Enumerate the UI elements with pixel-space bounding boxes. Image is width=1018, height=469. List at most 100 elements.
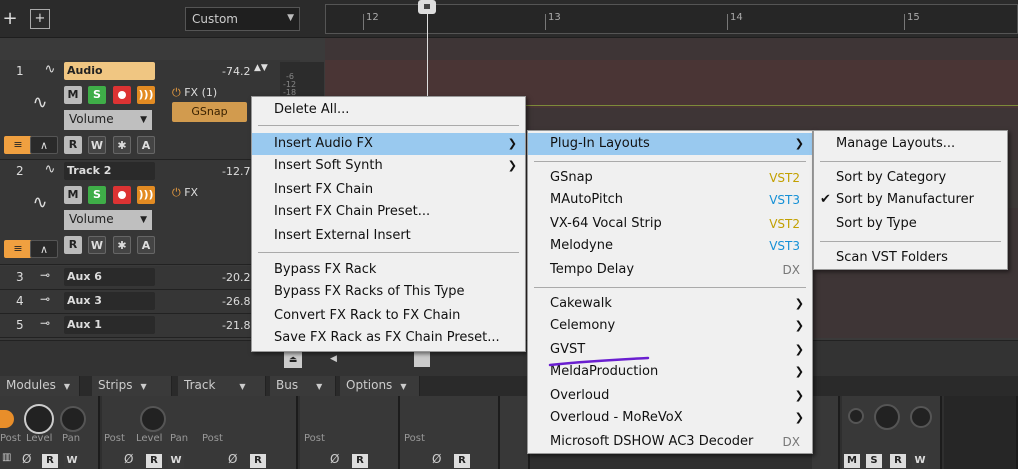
menu-item-scan-vst-folders[interactable]: Scan VST Folders	[814, 247, 1007, 269]
track-volume-value[interactable]: -26.8	[222, 295, 250, 308]
record-arm-button[interactable]	[113, 186, 131, 204]
horizontal-scrollbar-thumb[interactable]	[414, 351, 430, 367]
menu-item-plugin-layouts[interactable]: Plug-In Layouts ❯	[528, 133, 812, 155]
menu-item-melodyne[interactable]: Melodyne VST3	[528, 235, 812, 257]
scroll-left-icon[interactable]: ◀	[330, 354, 337, 364]
read-button[interactable]: R	[890, 454, 906, 468]
level-knob[interactable]	[874, 404, 900, 430]
menu-item-ms-dshow-ac3[interactable]: Microsoft DSHOW AC3 Decoder DX	[528, 431, 812, 453]
track-name[interactable]: Aux 1	[64, 316, 155, 334]
auto-button[interactable]: A	[137, 136, 155, 154]
track-name[interactable]: Aux 6	[64, 268, 155, 286]
master-strip[interactable]	[944, 396, 1018, 469]
read-button[interactable]: R	[250, 454, 266, 468]
pan-knob[interactable]	[60, 406, 86, 432]
menu-item-save-fx-rack-preset[interactable]: Save FX Rack as FX Chain Preset...	[252, 327, 525, 349]
track-name[interactable]: Track 2	[64, 162, 155, 180]
write-button[interactable]: W	[912, 454, 928, 468]
menu-item-sort-by-category[interactable]: Sort by Category	[814, 167, 1007, 189]
menu-item-mautopitch[interactable]: MAutoPitch VST3	[528, 189, 812, 211]
strip-mode-icon[interactable]: ≡	[4, 136, 32, 154]
read-button[interactable]: R	[352, 454, 368, 468]
write-automation-button[interactable]: W	[88, 136, 106, 154]
automation-dropdown[interactable]: Volume ▼	[64, 210, 152, 230]
track-volume-value[interactable]: -12.7	[222, 165, 250, 178]
tab-track[interactable]: Track ▼	[178, 376, 266, 396]
fx-rack-label[interactable]: ⏻ FX	[172, 186, 198, 200]
read-automation-button[interactable]: R	[64, 236, 82, 254]
playhead-handle[interactable]	[418, 0, 436, 14]
phase-icon[interactable]: Ø	[330, 452, 339, 466]
write-button[interactable]: W	[168, 454, 184, 468]
spin-icon[interactable]: ▲▼	[254, 63, 268, 73]
record-arm-button[interactable]	[113, 86, 131, 104]
fx-plugin-slot[interactable]: GSnap	[172, 102, 247, 122]
menu-item-convert-fx-rack[interactable]: Convert FX Rack to FX Chain	[252, 305, 525, 327]
menu-item-insert-soft-synth[interactable]: Insert Soft Synth ❯	[252, 155, 525, 177]
tab-bus[interactable]: Bus ▼	[270, 376, 336, 396]
add-folder-icon[interactable]: +	[30, 9, 50, 29]
menu-item-sort-by-type[interactable]: Sort by Type	[814, 213, 1007, 235]
menu-item-sort-by-manufacturer[interactable]: ✔ Sort by Manufacturer	[814, 189, 1007, 211]
read-button[interactable]: R	[146, 454, 162, 468]
read-automation-button[interactable]: R	[64, 136, 82, 154]
write-automation-button[interactable]: W	[88, 236, 106, 254]
menu-item-vx64[interactable]: VX-64 Vocal Strip VST2	[528, 213, 812, 235]
add-track-icon[interactable]: +	[0, 9, 20, 29]
collapse-icon[interactable]: ⏏	[284, 352, 302, 368]
level-knob[interactable]	[140, 406, 166, 432]
input-echo-icon[interactable]: )))	[137, 186, 155, 204]
preset-dropdown[interactable]: Custom ▼	[185, 7, 300, 31]
auto-button[interactable]: A	[137, 236, 155, 254]
menu-item-gsnap[interactable]: GSnap VST2	[528, 167, 812, 189]
menu-item-overloud[interactable]: Overloud ❯	[528, 385, 812, 407]
menu-item-insert-external-insert[interactable]: Insert External Insert	[252, 225, 525, 247]
level-knob[interactable]	[24, 404, 54, 434]
write-button[interactable]: W	[64, 454, 80, 468]
track-volume-value[interactable]: -20.2	[222, 271, 250, 284]
mute-button[interactable]: M	[844, 454, 860, 468]
freeze-button[interactable]: ✱	[113, 236, 131, 254]
input-echo-icon[interactable]: )))	[137, 86, 155, 104]
freeze-button[interactable]: ✱	[113, 136, 131, 154]
track-volume-value[interactable]: -21.8	[222, 319, 250, 332]
solo-button[interactable]: S	[88, 186, 106, 204]
menu-item-bypass-fx-rack[interactable]: Bypass FX Rack	[252, 259, 525, 281]
menu-item-insert-fx-chain-preset[interactable]: Insert FX Chain Preset...	[252, 201, 525, 223]
solo-button[interactable]: S	[88, 86, 106, 104]
envelope-icon[interactable]: ∧	[30, 136, 58, 154]
track-name[interactable]: Audio	[64, 62, 155, 80]
tab-options[interactable]: Options ▼	[340, 376, 420, 396]
menu-item-delete-all[interactable]: Delete All...	[252, 99, 525, 121]
ruler-tick	[727, 14, 728, 30]
menu-item-overloud-morevox[interactable]: Overloud - MoReVoX ❯	[528, 407, 812, 429]
mute-button[interactable]: M	[64, 86, 82, 104]
phase-icon[interactable]: Ø	[22, 452, 31, 466]
track-volume-value[interactable]: -74.2	[222, 65, 250, 78]
envelope-icon[interactable]: ∧	[30, 240, 58, 258]
menu-item-cakewalk[interactable]: Cakewalk ❯	[528, 293, 812, 315]
tab-strips[interactable]: Strips ▼	[92, 376, 172, 396]
menu-item-tempo-delay[interactable]: Tempo Delay DX	[528, 259, 812, 281]
solo-button[interactable]: S	[866, 454, 882, 468]
automation-dropdown[interactable]: Volume ▼	[64, 110, 152, 130]
phase-icon[interactable]: Ø	[228, 452, 237, 466]
send-knob[interactable]	[848, 408, 864, 424]
track-name[interactable]: Aux 3	[64, 292, 155, 310]
strip-mode-icon[interactable]: ≡	[4, 240, 32, 258]
menu-item-manage-layouts[interactable]: Manage Layouts...	[814, 133, 1007, 155]
tab-modules[interactable]: Modules ▼	[0, 376, 80, 396]
menu-item-insert-fx-chain[interactable]: Insert FX Chain	[252, 179, 525, 201]
pan-knob[interactable]	[910, 406, 932, 428]
console-strip[interactable]	[812, 396, 840, 469]
mute-button[interactable]: M	[64, 186, 82, 204]
menu-item-bypass-fx-racks-type[interactable]: Bypass FX Racks of This Type	[252, 281, 525, 303]
fx-rack-label[interactable]: ⏻ FX (1)	[172, 86, 217, 100]
menu-item-insert-audio-fx[interactable]: Insert Audio FX ❯	[252, 133, 525, 155]
read-button[interactable]: R	[454, 454, 470, 468]
phase-icon[interactable]: Ø	[124, 452, 133, 466]
menu-item-celemony[interactable]: Celemony ❯	[528, 315, 812, 337]
phase-icon[interactable]: Ø	[432, 452, 441, 466]
read-button[interactable]: R	[42, 454, 58, 468]
console-strip[interactable]	[500, 396, 530, 469]
